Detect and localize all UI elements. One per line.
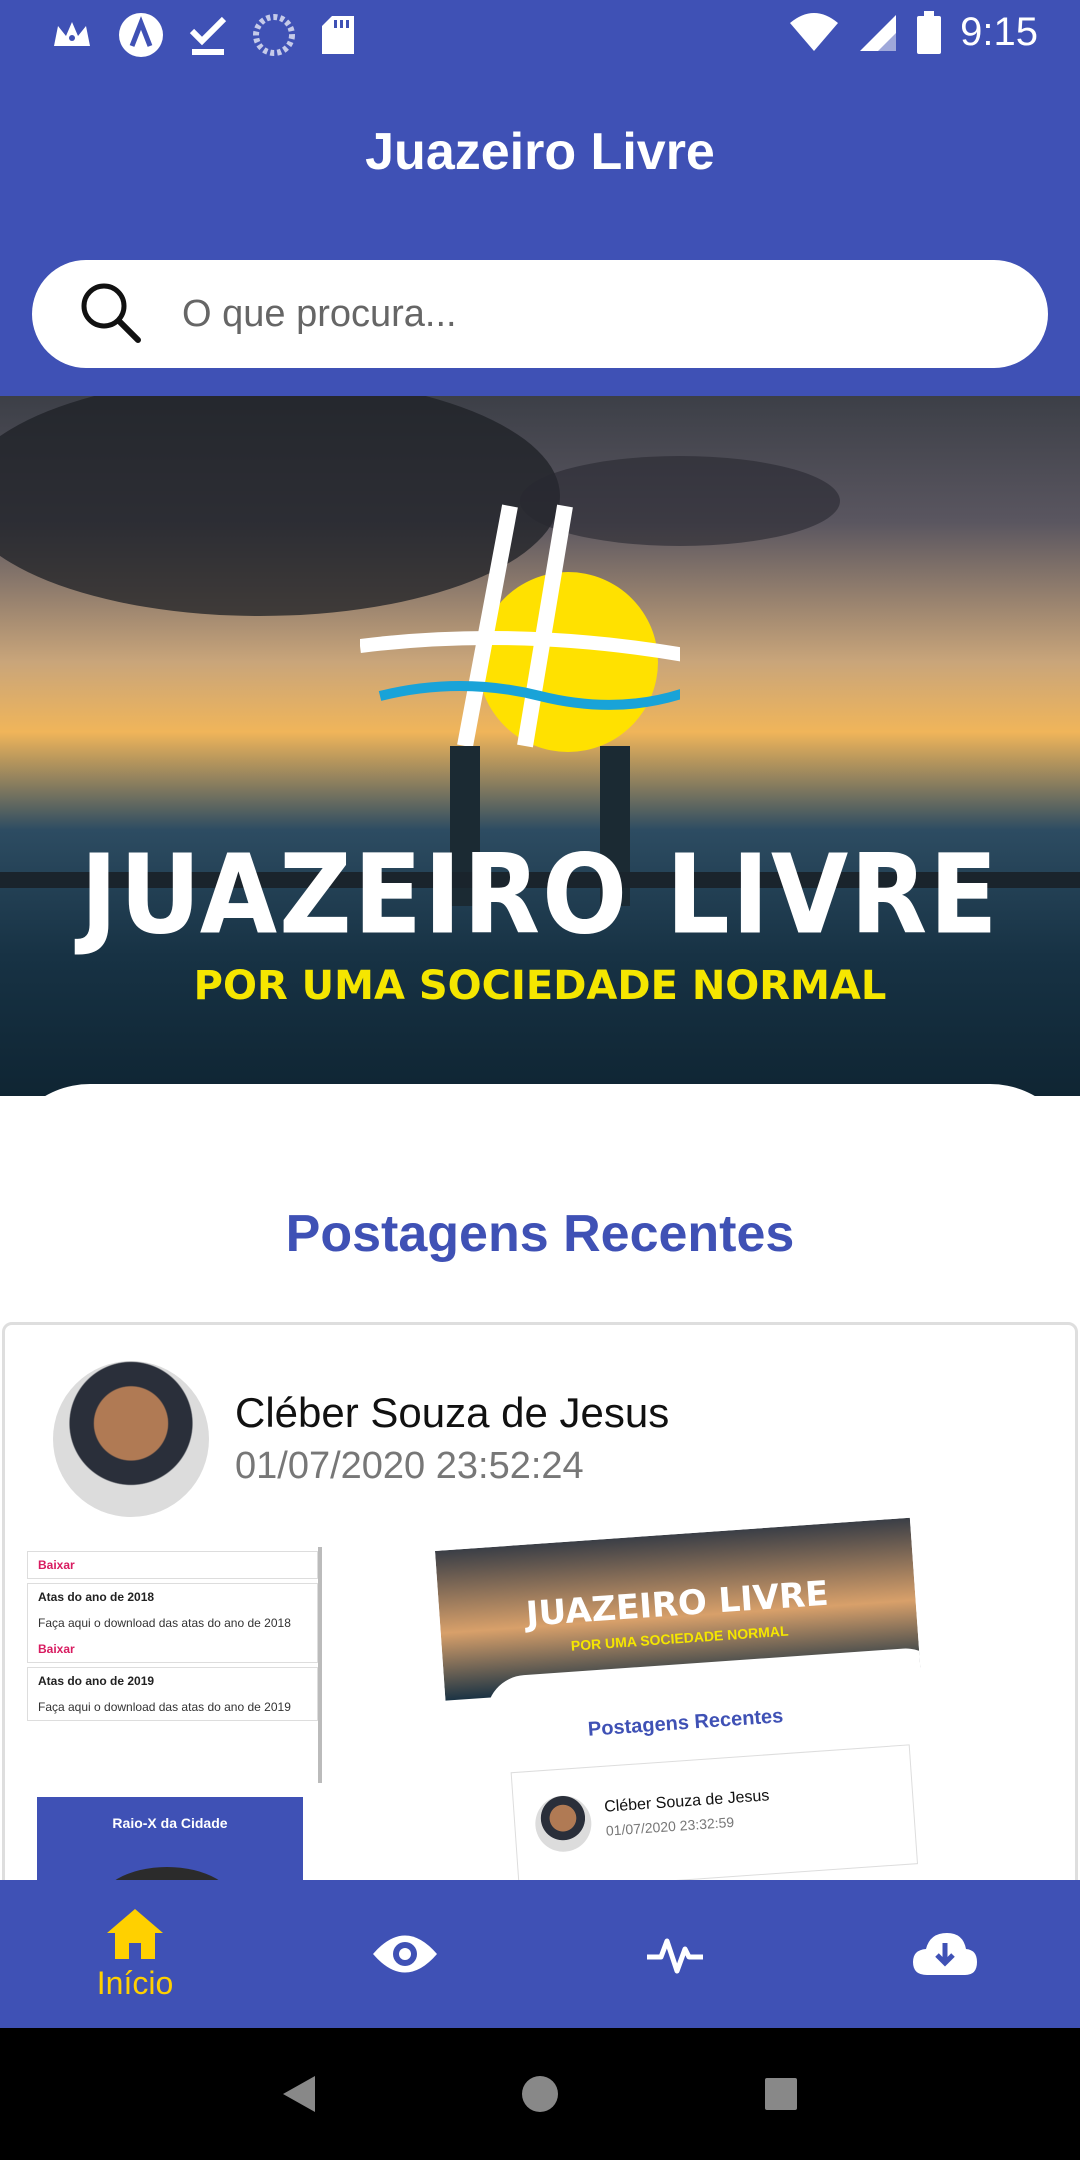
status-right-icons: 9:15 <box>788 10 1038 55</box>
sd-card-icon <box>322 16 354 54</box>
hero-logo-text: JUAZEIRO LIVRE <box>80 830 1000 959</box>
app-title: Juazeiro Livre <box>365 123 715 181</box>
status-bar: 9:15 <box>0 0 1080 72</box>
nav-item-download[interactable] <box>810 1880 1080 2028</box>
post-author: Cléber Souza de Jesus <box>235 1389 670 1436</box>
list-item-heading: Atas do ano de 2019 <box>38 1674 155 1688</box>
list-item-heading: Atas do ano de 2018 <box>38 1590 155 1604</box>
hero-banner-image: JUAZEIRO LIVRE POR UMA SOCIEDADE NORMAL <box>0 396 1080 1096</box>
search-input[interactable] <box>182 292 982 336</box>
sync-icon <box>253 14 295 56</box>
download-done-icon <box>189 16 227 55</box>
home-icon <box>107 1908 163 1959</box>
system-navigation-bar <box>0 2028 1080 2160</box>
mini-datetime: 01/07/2020 23:32:59 <box>605 1813 735 1839</box>
crown-icon <box>54 22 90 46</box>
wifi-icon <box>790 12 839 51</box>
mini-author: Cléber Souza de Jesus <box>603 1787 770 1816</box>
download-link: Baixar <box>38 1558 75 1572</box>
battery-icon <box>917 10 942 54</box>
hero-tagline: POR UMA SOCIEDADE NORMAL <box>193 963 887 1009</box>
post-image-right[interactable]: JUAZEIRO LIVRE POR UMA SOCIEDADE NORMAL … <box>435 1517 937 1931</box>
list-item: Atas do ano de 2018 Faça aqui o download… <box>27 1583 318 1663</box>
download-link: Baixar <box>38 1642 75 1656</box>
list-item-text: Faça aqui o download das atas do ano de … <box>38 1616 291 1630</box>
bottom-navigation: Início <box>0 1880 1080 2028</box>
back-icon[interactable] <box>281 2074 317 2114</box>
status-left-icons <box>50 12 356 58</box>
signal-icon <box>860 14 897 51</box>
recents-icon[interactable] <box>763 2076 799 2112</box>
app-a-icon <box>119 13 163 57</box>
status-time: 9:15 <box>960 10 1038 54</box>
list-item: Atas do ano de 2019 Faça aqui o download… <box>27 1667 318 1721</box>
eye-icon <box>373 1935 437 1973</box>
mini-avatar <box>533 1793 594 1854</box>
list-item-text: Faça aqui o download das atas do ano de … <box>38 1700 291 1714</box>
section-title: Postagens Recentes <box>285 1205 795 1263</box>
search-bar[interactable] <box>32 260 1048 368</box>
post-card[interactable]: Cléber Souza de Jesus 01/07/2020 23:52:2… <box>2 1322 1078 1931</box>
hero-logo: JUAZEIRO LIVRE POR UMA SOCIEDADE NORMAL <box>0 830 1080 1009</box>
post-datetime: 01/07/2020 23:52:24 <box>235 1445 584 1487</box>
search-icon[interactable] <box>72 274 152 354</box>
avatar <box>53 1361 209 1517</box>
app-bar: Juazeiro Livre <box>0 72 1080 396</box>
home-circle-icon[interactable] <box>520 2074 560 2114</box>
hero-hashtag-logo-icon <box>360 504 680 748</box>
subscreen-title: Raio-X da Cidade <box>112 1815 228 1831</box>
nav-item-home[interactable]: Início <box>0 1880 270 2028</box>
nav-item-view[interactable] <box>270 1880 540 2028</box>
nav-item-activity[interactable] <box>540 1880 810 2028</box>
pulse-icon <box>647 1938 703 1974</box>
nav-label-home: Início <box>96 1964 174 2001</box>
cloud-download-icon <box>913 1933 977 1975</box>
post-image-left[interactable]: Baixar Atas do ano de 2018 Faça aqui o d… <box>27 1547 322 1783</box>
list-item: Baixar <box>27 1551 318 1579</box>
